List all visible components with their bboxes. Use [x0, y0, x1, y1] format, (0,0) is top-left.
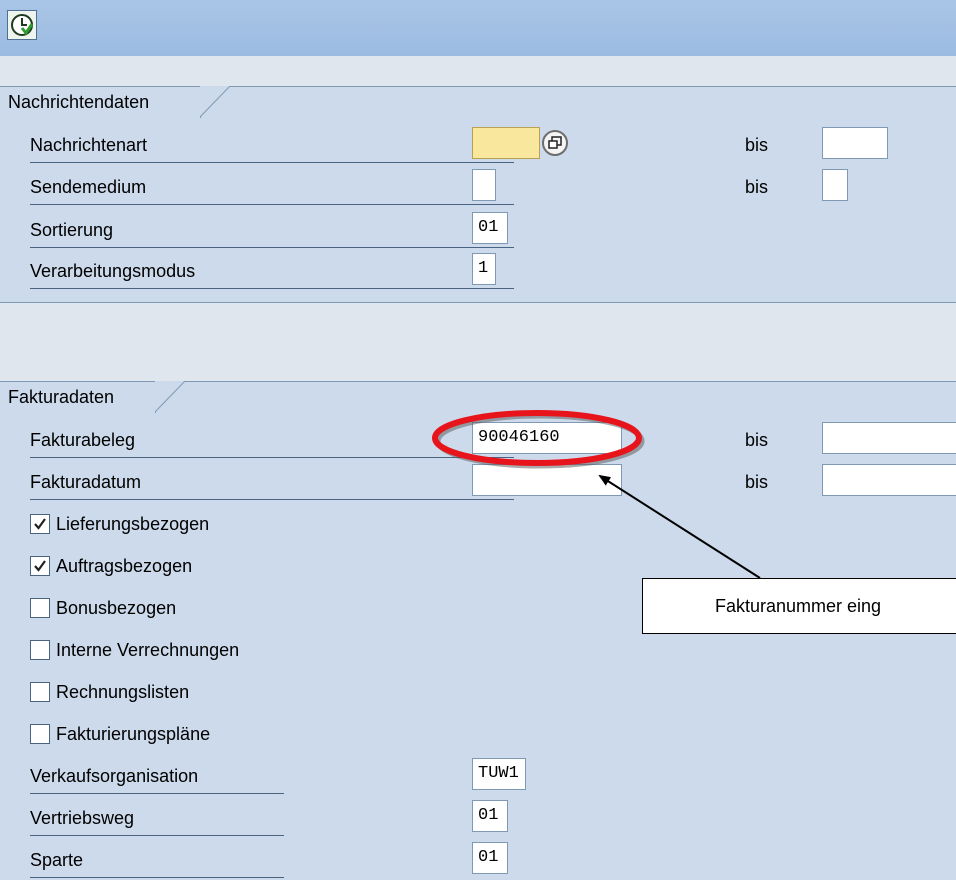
label-sortierung: Sortierung — [30, 212, 514, 248]
checkbox-checked-icon[interactable] — [30, 513, 50, 534]
checkbox-rechnungslisten[interactable]: Rechnungslisten — [30, 674, 189, 710]
application-toolbar — [0, 0, 956, 56]
vertriebsweg-input[interactable]: 01 — [472, 800, 508, 832]
execute-button[interactable] — [7, 10, 37, 40]
group-tab-corner — [155, 381, 185, 413]
nachrichtenart-bis-input[interactable] — [822, 127, 888, 159]
checkbox-bonusbezogen[interactable]: Bonusbezogen — [30, 590, 176, 626]
label-fakturabeleg: Fakturabeleg — [30, 422, 514, 458]
label-verkaufsorganisation: Verkaufsorganisation — [30, 758, 284, 794]
checkbox-label: Auftragsbezogen — [56, 556, 193, 576]
checkbox-label: Lieferungsbezogen — [56, 514, 210, 534]
label-nachrichtenart: Nachrichtenart — [30, 127, 514, 163]
group-title-nachrichtendaten: Nachrichtendaten — [0, 86, 201, 118]
label-verarbeitungsmodus: Verarbeitungsmodus — [30, 253, 514, 289]
checkbox-lieferungsbezogen[interactable]: Lieferungsbezogen — [30, 506, 209, 542]
checkbox-label: Interne Verrechnungen — [56, 640, 240, 660]
bis-label: bis — [745, 177, 769, 197]
fakturadatum-bis-input[interactable] — [822, 464, 956, 496]
fakturabeleg-input[interactable]: 90046160 — [472, 422, 622, 454]
execute-clock-icon — [11, 14, 34, 36]
spacer — [0, 56, 956, 86]
checkbox-fakturierungsplaene[interactable]: Fakturierungspläne — [30, 716, 210, 752]
checkbox-auftragsbezogen[interactable]: Auftragsbezogen — [30, 548, 192, 584]
bis-label: bis — [745, 430, 769, 450]
bis-label: bis — [745, 135, 769, 155]
bis-label: bis — [745, 472, 769, 492]
checkbox-unchecked-icon[interactable] — [30, 723, 50, 744]
group-tab-corner — [200, 86, 230, 118]
label-sendemedium: Sendemedium — [30, 169, 514, 205]
checkbox-unchecked-icon[interactable] — [30, 639, 50, 660]
nachrichtenart-input[interactable] — [472, 127, 540, 159]
sparte-input[interactable]: 01 — [472, 842, 508, 874]
annotation-callout: Fakturanummer eing — [642, 578, 956, 634]
verkaufsorganisation-input[interactable]: TUW1 — [472, 758, 526, 790]
sendemedium-input[interactable] — [472, 169, 496, 201]
checkbox-label: Fakturierungspläne — [56, 724, 211, 744]
checkbox-label: Bonusbezogen — [56, 598, 177, 618]
label-fakturadatum: Fakturadatum — [30, 464, 514, 500]
group-nachrichtendaten: Nachrichtendaten Nachrichtenart bis Send… — [0, 86, 956, 303]
fakturabeleg-bis-input[interactable] — [822, 422, 956, 454]
sortierung-input[interactable]: 01 — [472, 212, 508, 244]
checkbox-unchecked-icon[interactable] — [30, 597, 50, 618]
checkbox-label: Rechnungslisten — [56, 682, 190, 702]
label-sparte: Sparte — [30, 842, 284, 878]
checkbox-interne-verrechnungen[interactable]: Interne Verrechnungen — [30, 632, 239, 668]
fakturadatum-input[interactable] — [472, 464, 622, 496]
label-vertriebsweg: Vertriebsweg — [30, 800, 284, 836]
checkbox-checked-icon[interactable] — [30, 555, 50, 576]
multiple-selection-icon[interactable] — [539, 127, 572, 159]
verarbeitungsmodus-input[interactable]: 1 — [472, 253, 496, 285]
group-title-fakturadaten: Fakturadaten — [0, 381, 156, 413]
sendemedium-bis-input[interactable] — [822, 169, 848, 201]
checkbox-unchecked-icon[interactable] — [30, 681, 50, 702]
spacer — [0, 303, 956, 381]
